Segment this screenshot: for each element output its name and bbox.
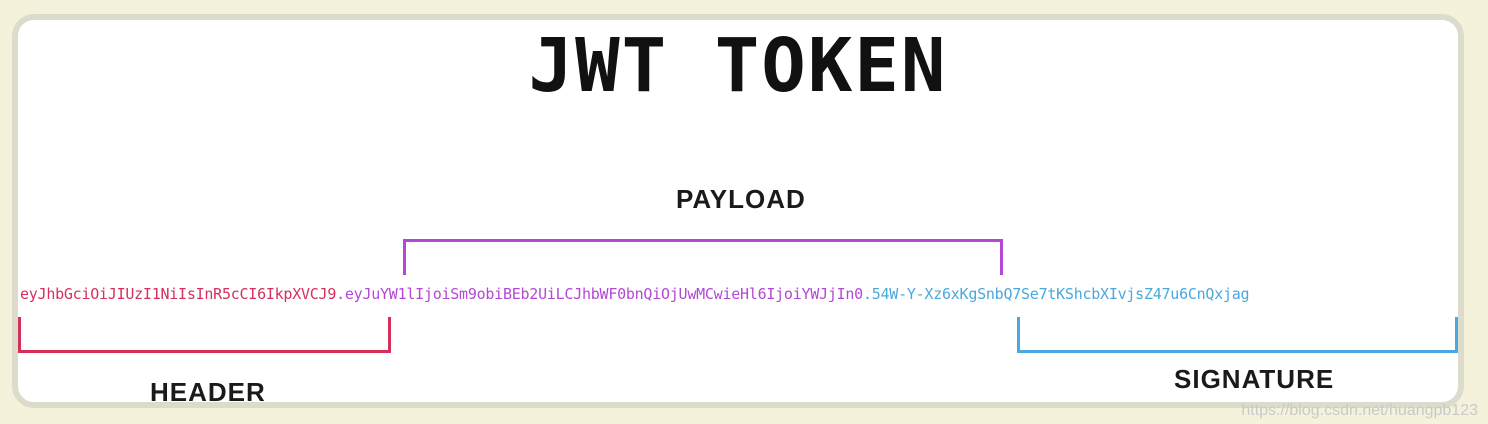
signature-bracket — [1017, 317, 1458, 353]
token-signature-part: 54W-Y-Xz6xKgSnbQ7Se7tKShcbXIvjsZ47u6CnQx… — [871, 285, 1250, 303]
token-dot-1: . — [336, 285, 345, 303]
token-payload-part: eyJuYW1lIjoiSm9obiBEb2UiLCJhbWF0bnQiOjUw… — [344, 285, 863, 303]
payload-label: PAYLOAD — [676, 184, 806, 214]
diagram-title: JWT TOKEN — [528, 23, 948, 109]
header-bracket — [18, 317, 391, 353]
token-header-part: eyJhbGciOiJIUzI1NiIsInR5cCI6IkpXVCJ9 — [20, 285, 337, 303]
token-dot-2: . — [862, 285, 872, 303]
jwt-diagram-card: JWT TOKEN PAYLOAD eyJhbGciOiJIUzI1NiIsIn… — [12, 14, 1464, 408]
jwt-token-string: eyJhbGciOiJIUzI1NiIsInR5cCI6IkpXVCJ9.eyJ… — [20, 284, 1250, 304]
watermark-url: https://blog.csdn.net/huangpb123 — [1241, 402, 1478, 419]
signature-label: SIGNATURE — [1174, 364, 1335, 394]
header-label: HEADER — [150, 377, 266, 407]
payload-bracket — [403, 239, 1003, 275]
